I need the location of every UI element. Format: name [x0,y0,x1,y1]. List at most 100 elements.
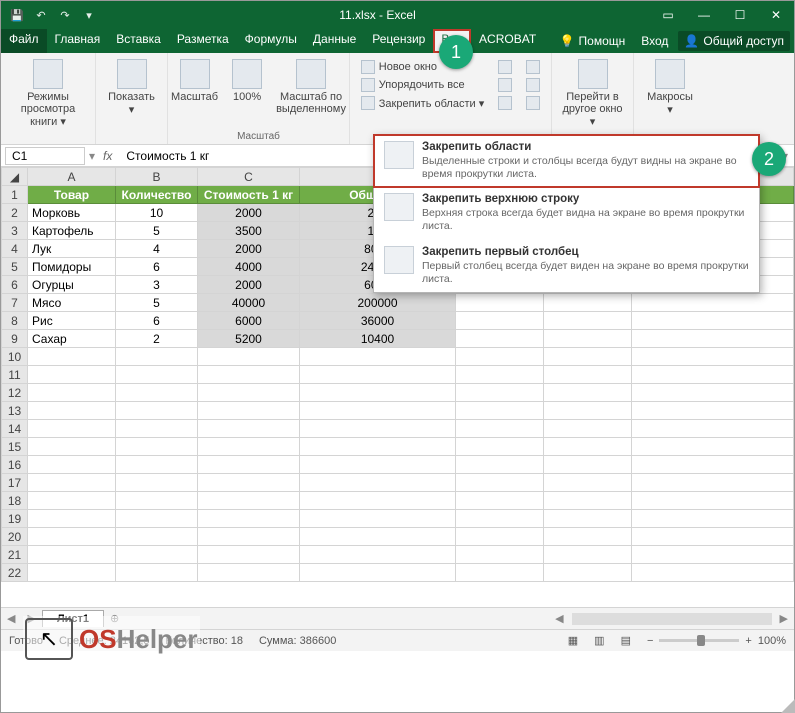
cell[interactable] [28,510,116,528]
cell[interactable] [544,474,632,492]
cell[interactable] [300,348,456,366]
cell[interactable] [116,510,198,528]
tell-me[interactable]: 💡 Помощн [554,31,632,51]
cell[interactable] [456,546,544,564]
name-box[interactable] [5,147,85,165]
ribbon-options-icon[interactable]: ▭ [650,1,686,29]
cell[interactable] [300,528,456,546]
cell[interactable] [28,546,116,564]
cell[interactable] [632,528,794,546]
row-head[interactable]: 16 [2,456,28,474]
cell[interactable]: Лук [28,240,116,258]
cell[interactable] [198,348,300,366]
cell[interactable] [300,438,456,456]
cell[interactable] [632,366,794,384]
cell[interactable] [632,564,794,582]
cell[interactable] [300,510,456,528]
row-head[interactable]: 10 [2,348,28,366]
cell[interactable] [116,420,198,438]
cell[interactable]: 10 [116,204,198,222]
cell[interactable]: 3500 [198,222,300,240]
tab-insert[interactable]: Вставка [108,29,169,53]
cell[interactable] [632,492,794,510]
cell[interactable] [198,384,300,402]
zoom-100[interactable]: 100% [228,57,266,105]
cell[interactable]: 6 [116,258,198,276]
tab-formulas[interactable]: Формулы [237,29,305,53]
cell[interactable] [632,384,794,402]
cell[interactable] [300,420,456,438]
cell[interactable] [544,564,632,582]
cell[interactable]: 2000 [198,276,300,294]
zoom-button[interactable]: Масштаб [167,57,222,105]
cell[interactable]: 5200 [198,330,300,348]
col-B[interactable]: B [116,168,198,186]
cell[interactable] [28,456,116,474]
tab-data[interactable]: Данные [305,29,364,53]
reset-pos-icon[interactable] [522,95,544,111]
cell[interactable]: Товар [28,186,116,204]
cell[interactable] [300,402,456,420]
cell[interactable] [456,330,544,348]
unhide-icon[interactable] [494,95,516,111]
cell[interactable] [456,420,544,438]
cell[interactable]: 2 [116,330,198,348]
row-head[interactable]: 13 [2,402,28,420]
row-head[interactable]: 11 [2,366,28,384]
cell[interactable]: 40000 [198,294,300,312]
freeze-top-row-option[interactable]: Закрепить верхнюю строкуВерхняя строка в… [374,187,759,239]
sign-in[interactable]: Вход [635,31,674,51]
sync-scroll-icon[interactable] [522,77,544,93]
cell[interactable] [456,402,544,420]
zoom-level[interactable]: 100% [758,635,786,647]
save-icon[interactable]: 💾 [9,7,25,23]
cell[interactable] [28,420,116,438]
cell[interactable] [198,528,300,546]
cell[interactable] [632,294,794,312]
view-break-icon[interactable]: ▤ [621,634,631,647]
freeze-panes-option[interactable]: Закрепить областиВыделенные строки и сто… [373,134,760,188]
row-head[interactable]: 19 [2,510,28,528]
cell[interactable]: 4000 [198,258,300,276]
cell[interactable] [300,564,456,582]
sheet-nav-prev-icon[interactable]: ◀ [1,612,21,625]
cell[interactable] [632,438,794,456]
cell[interactable] [456,492,544,510]
cell[interactable] [116,348,198,366]
cell[interactable] [544,294,632,312]
cell[interactable] [116,366,198,384]
cell[interactable] [544,528,632,546]
cell[interactable] [116,546,198,564]
row-head[interactable]: 5 [2,258,28,276]
hscrollbar[interactable] [572,613,772,625]
cell[interactable] [456,456,544,474]
cell[interactable]: 2000 [198,240,300,258]
cell[interactable] [632,510,794,528]
cell[interactable] [632,312,794,330]
cell[interactable] [28,402,116,420]
col-A[interactable]: A [28,168,116,186]
cell[interactable]: 6 [116,312,198,330]
hscroll-left-icon[interactable]: ◀ [549,612,569,625]
cell[interactable] [632,474,794,492]
maximize-icon[interactable]: ☐ [722,1,758,29]
row-1[interactable]: 1 [2,186,28,204]
redo-icon[interactable]: ↷ [57,7,73,23]
show-menu[interactable]: Показать ▾ [102,57,161,118]
select-all[interactable]: ◢ [2,168,28,186]
cell[interactable] [300,366,456,384]
cell[interactable]: Морковь [28,204,116,222]
tab-home[interactable]: Главная [47,29,109,53]
tab-review[interactable]: Рецензир [364,29,433,53]
cell[interactable]: Стоимость 1 кг [198,186,300,204]
cell[interactable] [300,474,456,492]
freeze-panes[interactable]: Закрепить области ▾ [357,95,488,111]
cell[interactable] [28,528,116,546]
tab-acrobat[interactable]: ACROBAT [471,29,544,53]
cell[interactable] [28,366,116,384]
cell[interactable] [116,402,198,420]
row-head[interactable]: 21 [2,546,28,564]
cell[interactable] [28,492,116,510]
cell[interactable]: Картофель [28,222,116,240]
row-head[interactable]: 8 [2,312,28,330]
